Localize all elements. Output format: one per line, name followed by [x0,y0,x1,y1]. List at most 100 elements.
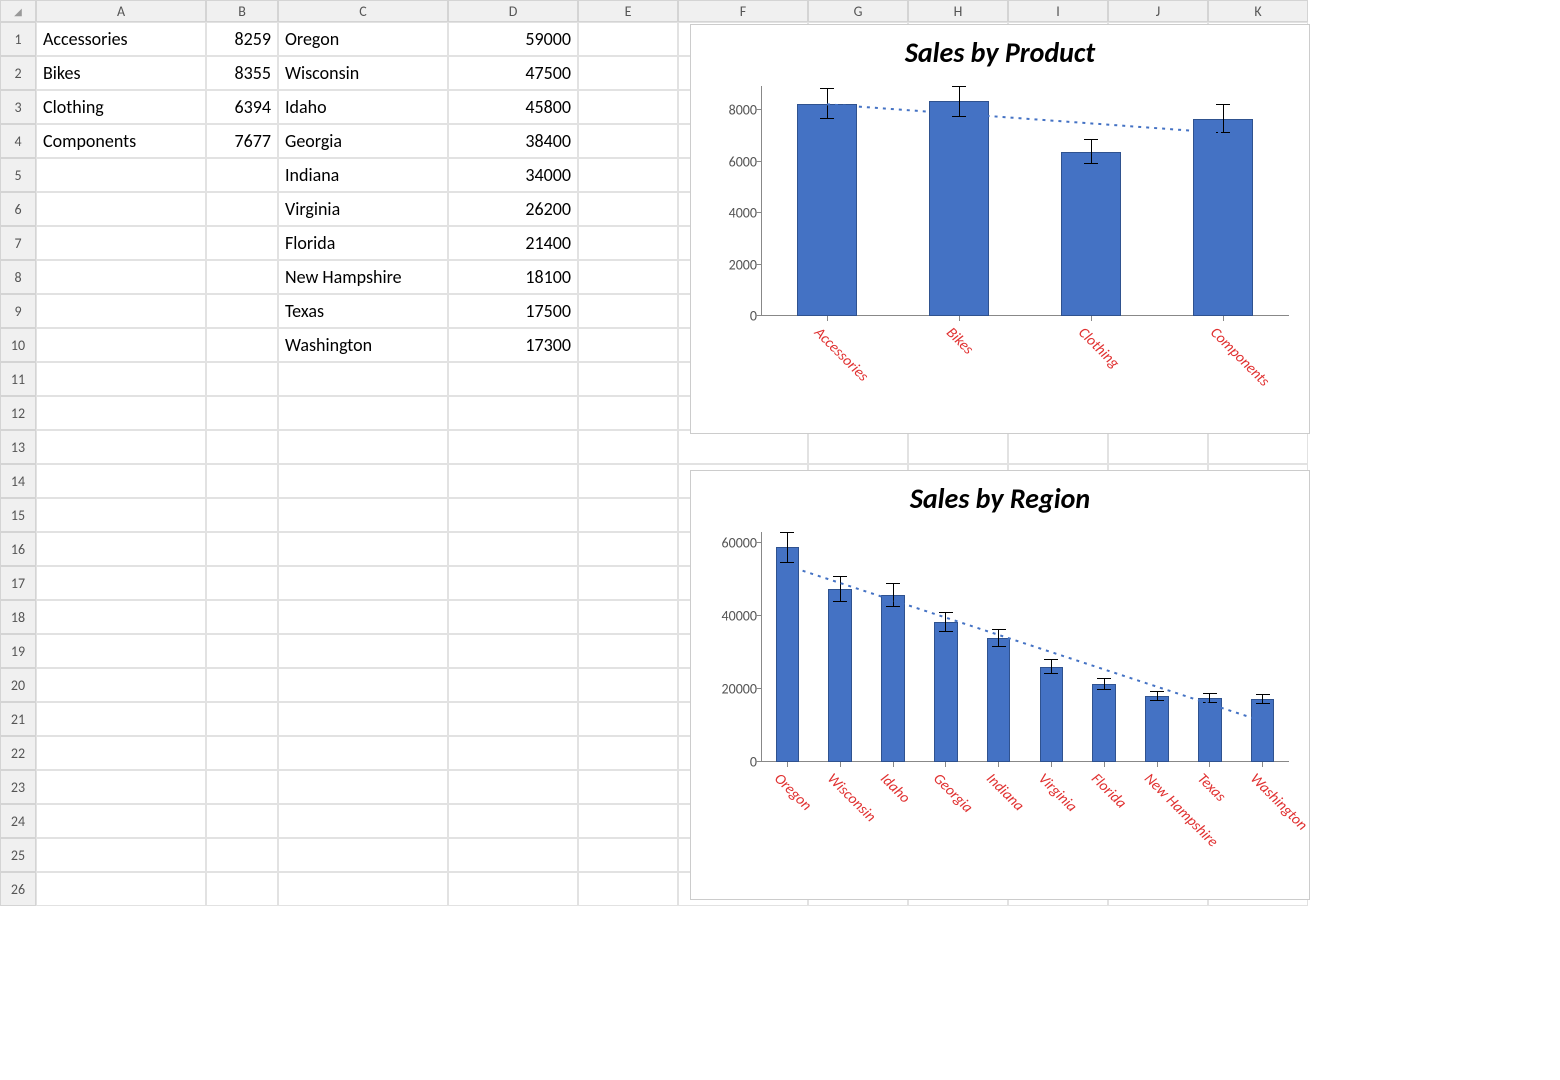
cell-D10[interactable]: 17300 [448,328,578,362]
cell-B9[interactable] [206,294,278,328]
row-header-10[interactable]: 10 [0,328,36,362]
row-header-16[interactable]: 16 [0,532,36,566]
cell-B16[interactable] [206,532,278,566]
col-header-J[interactable]: J [1108,0,1208,22]
cell-C11[interactable] [278,362,448,396]
cell-D17[interactable] [448,566,578,600]
cell-G13[interactable] [808,430,908,464]
select-all-corner[interactable]: ◢ [0,0,36,22]
cell-C17[interactable] [278,566,448,600]
cell-D3[interactable]: 45800 [448,90,578,124]
cell-A20[interactable] [36,668,206,702]
cell-E6[interactable] [578,192,678,226]
cell-E20[interactable] [578,668,678,702]
cell-I13[interactable] [1008,430,1108,464]
cell-E9[interactable] [578,294,678,328]
cell-K13[interactable] [1208,430,1308,464]
cell-D5[interactable]: 34000 [448,158,578,192]
cell-E24[interactable] [578,804,678,838]
cell-B8[interactable] [206,260,278,294]
chart-sales-by-product[interactable]: Sales by Product 02000400060008000Access… [690,24,1310,434]
row-header-21[interactable]: 21 [0,702,36,736]
row-header-5[interactable]: 5 [0,158,36,192]
cell-C2[interactable]: Wisconsin [278,56,448,90]
col-header-G[interactable]: G [808,0,908,22]
cell-J13[interactable] [1108,430,1208,464]
row-header-23[interactable]: 23 [0,770,36,804]
cell-A26[interactable] [36,872,206,906]
cell-A14[interactable] [36,464,206,498]
cell-D12[interactable] [448,396,578,430]
cell-A17[interactable] [36,566,206,600]
cell-D19[interactable] [448,634,578,668]
col-header-C[interactable]: C [278,0,448,22]
cell-E25[interactable] [578,838,678,872]
row-header-12[interactable]: 12 [0,396,36,430]
cell-C18[interactable] [278,600,448,634]
cell-D2[interactable]: 47500 [448,56,578,90]
cell-B24[interactable] [206,804,278,838]
cell-E12[interactable] [578,396,678,430]
row-header-9[interactable]: 9 [0,294,36,328]
col-header-A[interactable]: A [36,0,206,22]
cell-E8[interactable] [578,260,678,294]
cell-D26[interactable] [448,872,578,906]
cell-B12[interactable] [206,396,278,430]
col-header-D[interactable]: D [448,0,578,22]
row-header-3[interactable]: 3 [0,90,36,124]
cell-A24[interactable] [36,804,206,838]
cell-B4[interactable]: 7677 [206,124,278,158]
cell-A3[interactable]: Clothing [36,90,206,124]
cell-A6[interactable] [36,192,206,226]
cell-C15[interactable] [278,498,448,532]
cell-B17[interactable] [206,566,278,600]
row-header-18[interactable]: 18 [0,600,36,634]
cell-C3[interactable]: Idaho [278,90,448,124]
row-header-8[interactable]: 8 [0,260,36,294]
cell-B14[interactable] [206,464,278,498]
cell-A5[interactable] [36,158,206,192]
cell-B21[interactable] [206,702,278,736]
cell-B10[interactable] [206,328,278,362]
cell-E14[interactable] [578,464,678,498]
cell-B13[interactable] [206,430,278,464]
chart-sales-by-region[interactable]: Sales by Region 0200004000060000OregonWi… [690,470,1310,900]
row-header-24[interactable]: 24 [0,804,36,838]
col-header-F[interactable]: F [678,0,808,22]
cell-A13[interactable] [36,430,206,464]
cell-D23[interactable] [448,770,578,804]
cell-A12[interactable] [36,396,206,430]
cell-D16[interactable] [448,532,578,566]
cell-E18[interactable] [578,600,678,634]
cell-B15[interactable] [206,498,278,532]
row-header-25[interactable]: 25 [0,838,36,872]
cell-E26[interactable] [578,872,678,906]
row-header-19[interactable]: 19 [0,634,36,668]
cell-C23[interactable] [278,770,448,804]
cell-A19[interactable] [36,634,206,668]
cell-E16[interactable] [578,532,678,566]
cell-D14[interactable] [448,464,578,498]
col-header-I[interactable]: I [1008,0,1108,22]
cell-D9[interactable]: 17500 [448,294,578,328]
cell-C16[interactable] [278,532,448,566]
cell-D8[interactable]: 18100 [448,260,578,294]
cell-B1[interactable]: 8259 [206,22,278,56]
cell-C21[interactable] [278,702,448,736]
cell-C8[interactable]: New Hampshire [278,260,448,294]
cell-C19[interactable] [278,634,448,668]
cell-F13[interactable] [678,430,808,464]
cell-B25[interactable] [206,838,278,872]
cell-C13[interactable] [278,430,448,464]
cell-A4[interactable]: Components [36,124,206,158]
cell-C26[interactable] [278,872,448,906]
cell-B23[interactable] [206,770,278,804]
cell-C9[interactable]: Texas [278,294,448,328]
cell-B7[interactable] [206,226,278,260]
cell-D24[interactable] [448,804,578,838]
cell-E15[interactable] [578,498,678,532]
row-header-15[interactable]: 15 [0,498,36,532]
cell-C24[interactable] [278,804,448,838]
cell-A11[interactable] [36,362,206,396]
col-header-H[interactable]: H [908,0,1008,22]
